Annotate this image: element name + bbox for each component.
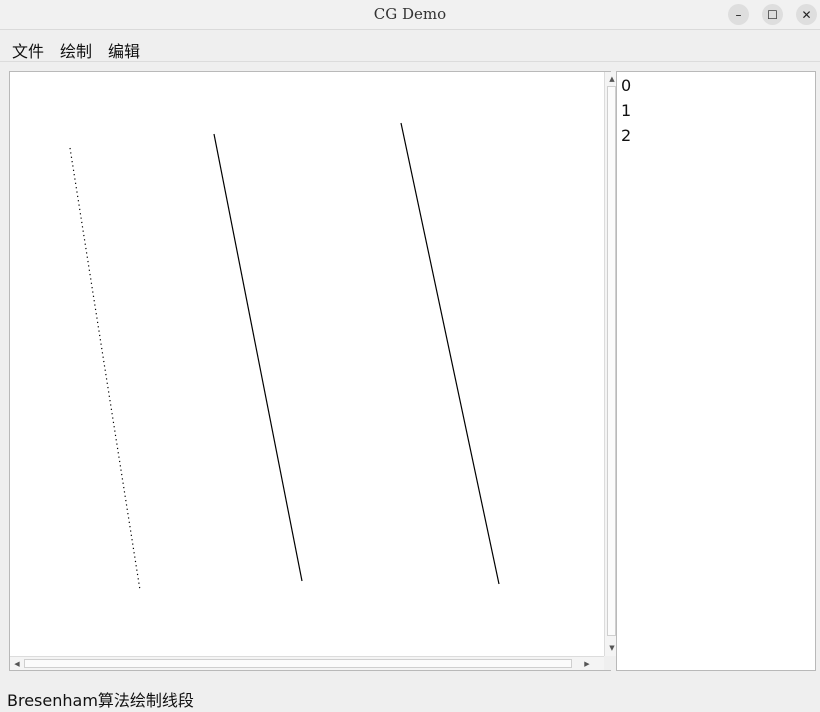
horizontal-scroll-thumb[interactable] [24, 659, 572, 668]
list-item[interactable]: 1 [621, 101, 631, 120]
canvas-svg [69, 122, 500, 591]
menu-edit[interactable]: 编辑 [108, 38, 140, 62]
scroll-right-icon[interactable]: ▶ [581, 658, 593, 670]
scroll-left-icon[interactable]: ◀ [11, 658, 23, 670]
vertical-scroll-thumb[interactable] [607, 86, 616, 636]
maximize-button[interactable]: ☐ [762, 4, 783, 25]
list-item[interactable]: 2 [621, 126, 631, 145]
status-text: Bresenham算法绘制线段 [7, 691, 194, 710]
canvas-line-1[interactable] [213, 133, 303, 582]
close-icon: ✕ [801, 7, 812, 22]
maximize-icon: ☐ [767, 7, 778, 22]
close-button[interactable]: ✕ [796, 4, 817, 25]
menu-file[interactable]: 文件 [12, 38, 44, 62]
menu-bar: 文件 绘制 编辑 [0, 31, 820, 62]
item-list[interactable]: 0 1 2 [616, 71, 816, 671]
canvas-line-0[interactable] [69, 147, 141, 591]
list-item[interactable]: 0 [621, 76, 631, 95]
title-bar: CG Demo – ☐ ✕ [0, 0, 820, 30]
canvas-line-2[interactable] [400, 122, 500, 585]
window-title: CG Demo [373, 5, 447, 23]
horizontal-scrollbar[interactable]: ◀ ▶ [10, 656, 604, 670]
minimize-button[interactable]: – [728, 4, 749, 25]
drawing-canvas[interactable]: ▲ ▼ ◀ ▶ [9, 71, 618, 671]
menu-draw[interactable]: 绘制 [60, 38, 92, 62]
minimize-icon: – [735, 7, 742, 22]
status-bar: Bresenham算法绘制线段 [0, 684, 820, 712]
